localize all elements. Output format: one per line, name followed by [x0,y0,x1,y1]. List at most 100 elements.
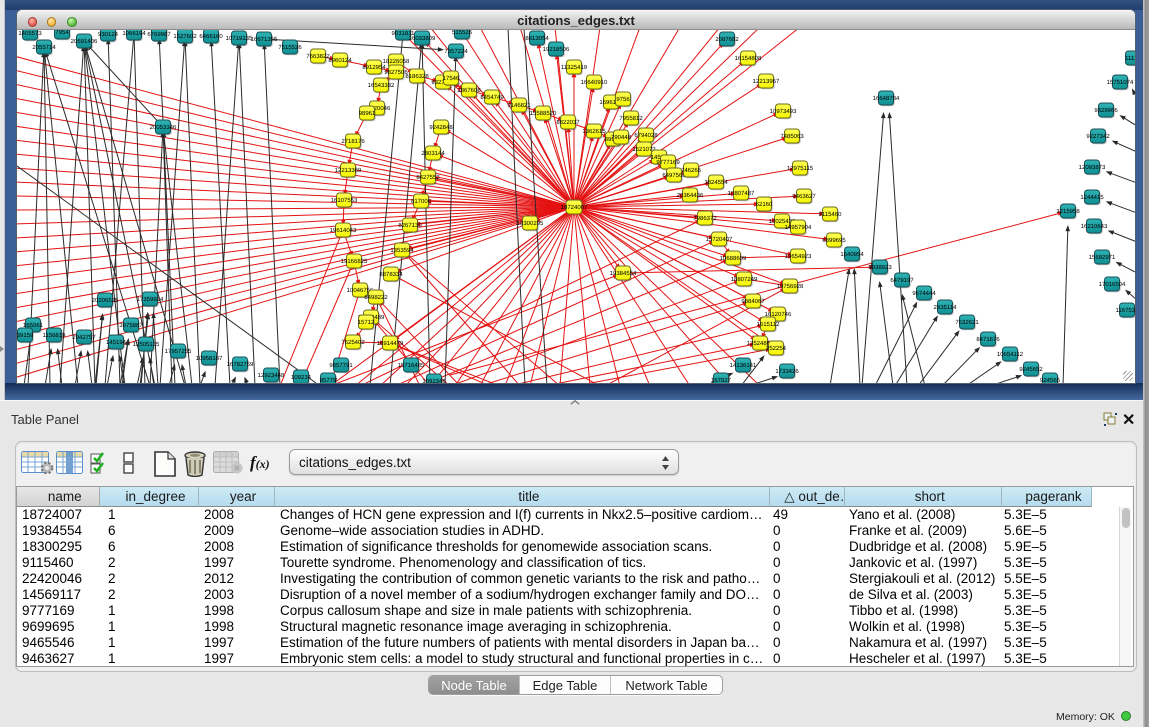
svg-text:3975887: 3975887 [119,322,143,329]
svg-text:17957255: 17957255 [165,348,192,355]
svg-text:12505135: 12505135 [133,341,160,348]
svg-text:15712: 15712 [358,319,375,326]
svg-text:1527602: 1527602 [173,33,197,40]
svg-text:10973493: 10973493 [770,108,797,115]
svg-text:1244415: 1244415 [1080,194,1104,201]
svg-text:6466160: 6466160 [199,33,223,40]
svg-text:62160: 62160 [756,201,773,208]
svg-text:1353594: 1353594 [390,247,414,254]
svg-text:12213369: 12213369 [335,167,362,174]
svg-text:16154808: 16154808 [735,55,762,62]
svg-text:1066194: 1066194 [122,30,146,37]
svg-text:16782759: 16782759 [227,361,254,368]
svg-text:9463627: 9463627 [792,193,816,200]
svg-text:6899695: 6899695 [822,237,846,244]
svg-text:15720407: 15720407 [706,236,733,243]
svg-text:8454749: 8454749 [480,94,504,101]
svg-text:16914479: 16914479 [377,340,404,347]
svg-text:8471676: 8471676 [976,336,1000,343]
svg-text:8498222: 8498222 [364,294,388,301]
svg-text:15588520: 15588520 [530,110,557,117]
svg-text:1405573: 1405573 [18,30,42,37]
svg-text:6769987: 6769987 [147,31,171,38]
svg-text:1092346: 1092346 [422,378,446,383]
svg-text:1615112: 1615112 [757,321,781,328]
svg-text:18300295: 18300295 [517,220,544,227]
svg-text:9115460: 9115460 [819,211,843,218]
svg-text:10719135: 10719135 [226,35,253,42]
svg-text:7625402: 7625402 [341,339,365,346]
svg-text:9884067: 9884067 [741,298,765,305]
svg-text:17359924: 17359924 [137,296,164,303]
svg-text:7663822: 7663822 [306,53,330,60]
svg-text:9146821: 9146821 [507,102,531,109]
svg-text:18724007: 18724007 [561,204,588,211]
svg-text:167827: 167827 [711,377,732,383]
svg-text:15716485: 15716485 [398,362,425,369]
svg-text:2867608: 2867608 [457,87,481,94]
svg-text:20206535: 20206535 [92,297,119,304]
svg-text:12213967: 12213967 [753,78,780,85]
svg-text:16210643: 16210643 [1081,223,1108,230]
svg-text:11128: 11128 [1125,55,1135,62]
svg-text:817006: 817006 [411,198,432,205]
svg-text:109234: 109234 [291,374,312,381]
svg-text:11325419: 11325419 [561,64,588,71]
svg-text:7485063: 7485063 [780,133,804,140]
svg-text:39159: 39159 [17,332,34,339]
svg-text:19654923: 19654923 [785,253,812,260]
svg-text:12093873: 12093873 [1079,164,1106,171]
svg-text:2718176: 2718176 [341,138,365,145]
svg-text:9777169: 9777169 [656,159,680,166]
svg-text:7954: 7954 [55,30,69,36]
svg-text:7955812: 7955812 [619,115,643,122]
svg-text:3215958: 3215958 [1056,208,1080,215]
svg-text:8960124: 8960124 [328,57,352,64]
svg-text:16640910: 16640910 [581,79,608,86]
svg-text:15751074: 15751074 [1107,79,1134,86]
svg-text:8878334: 8878334 [379,271,403,278]
svg-text:20691406: 20691406 [71,38,98,45]
svg-text:16033809: 16033809 [409,35,436,42]
svg-text:1167533: 1167533 [1116,307,1135,314]
svg-text:252254: 252254 [766,345,787,352]
svg-text:8938923: 8938923 [868,264,892,271]
svg-text:15692971: 15692971 [1089,254,1116,261]
svg-text:7986372: 7986372 [693,215,717,222]
svg-text:145194: 145194 [106,339,127,346]
svg-text:9756: 9756 [616,96,630,103]
svg-text:3824554: 3824554 [704,179,728,186]
svg-text:9242848: 9242848 [429,124,453,131]
svg-text:16671355: 16671355 [251,36,278,43]
svg-text:746266: 746266 [681,167,702,174]
svg-text:8267130: 8267130 [398,222,422,229]
svg-text:8813054: 8813054 [525,35,549,42]
svg-text:930124: 930124 [98,31,119,38]
svg-text:9329966: 9329966 [1094,107,1118,114]
svg-text:2803144: 2803144 [421,150,445,157]
svg-text:9245652: 9245652 [1019,366,1043,373]
svg-text:16543382: 16543382 [368,82,395,89]
svg-text:10958187: 10958187 [196,355,223,362]
svg-text:20053346: 20053346 [150,124,177,131]
svg-text:18226058: 18226058 [383,58,410,65]
svg-text:19166825: 19166825 [341,258,368,265]
svg-text:16107553: 16107553 [331,197,358,204]
svg-text:9227342: 9227342 [1086,133,1110,140]
svg-text:924565: 924565 [1040,377,1061,383]
svg-text:16648784: 16648784 [873,95,900,102]
svg-text:1156819: 1156819 [43,332,67,339]
svg-text:7632621: 7632621 [955,319,979,326]
svg-text:2935114: 2935114 [934,304,958,311]
svg-text:14136141: 14136141 [730,362,757,369]
svg-text:6794028: 6794028 [634,132,658,139]
svg-text:9857791: 9857791 [329,362,353,369]
svg-text:10807487: 10807487 [728,190,755,197]
svg-text:17016504: 17016504 [1099,281,1126,288]
svg-text:10654112: 10654112 [997,351,1024,358]
svg-text:8427552: 8427552 [416,174,440,181]
svg-text:2055714: 2055714 [32,44,56,51]
svg-text:9674444: 9674444 [912,290,936,297]
svg-text:12975115: 12975115 [787,165,814,172]
svg-text:1733426: 1733426 [775,368,799,375]
